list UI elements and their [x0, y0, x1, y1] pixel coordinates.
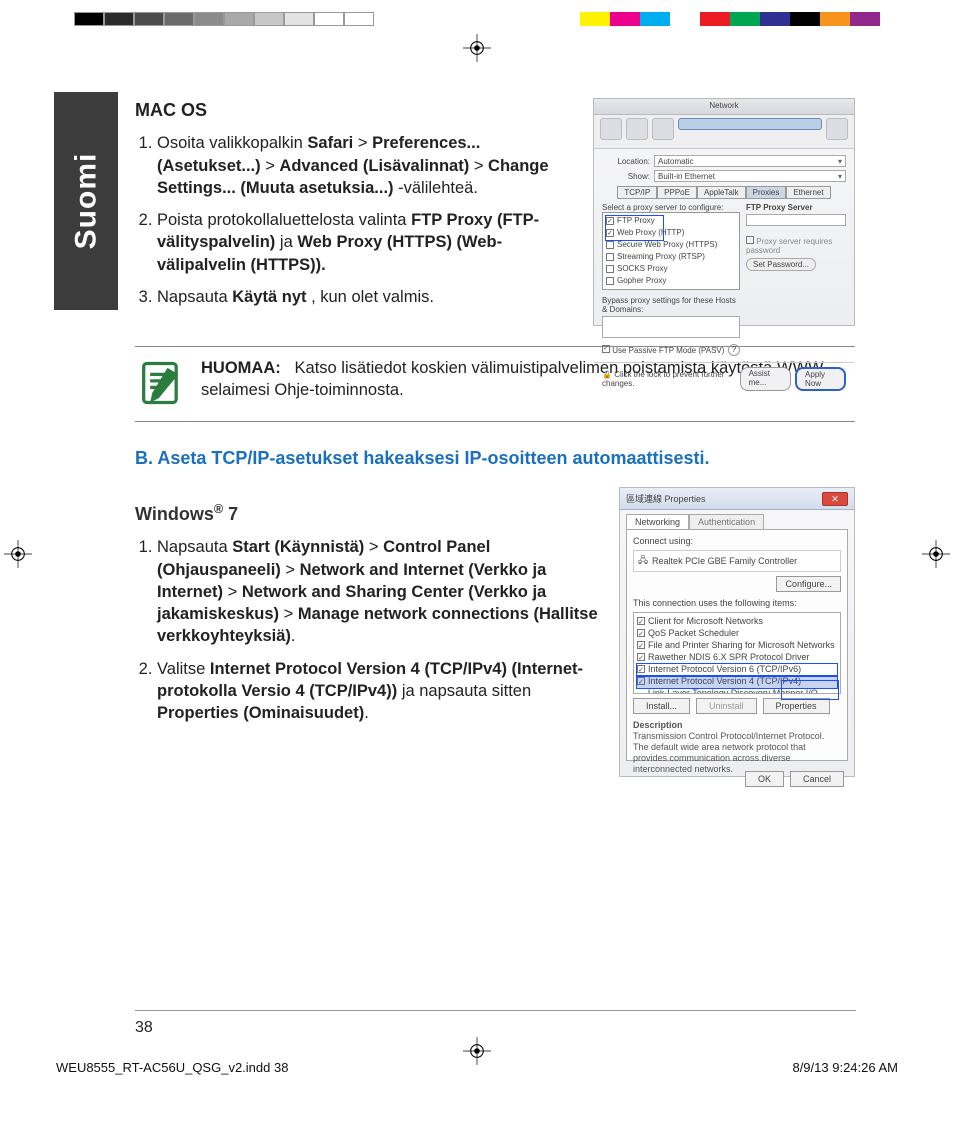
network-icon	[678, 118, 822, 130]
macos-step-3: Napsauta Käytä nyt , kun olet valmis.	[157, 286, 575, 308]
windows-step-2: Valitse Internet Protocol Version 4 (TCP…	[157, 658, 601, 725]
mac-tabs: TCP/IP PPPoE AppleTalk Proxies Ethernet	[602, 186, 846, 199]
bypass-textarea	[602, 316, 740, 338]
show-select: Built-in Ethernet▾	[654, 170, 846, 182]
registration-mark-icon	[4, 540, 32, 568]
note-icon	[135, 357, 187, 409]
install-button: Install...	[633, 698, 690, 714]
macos-step-2: Poista protokollaluettelosta valinta FTP…	[157, 209, 575, 276]
displays-icon	[626, 118, 648, 140]
lock-icon: 🔒	[602, 370, 612, 379]
macos-screenshot: Network Location:Automatic▾ Show:Built-i…	[593, 98, 855, 326]
tab-networking: Networking	[626, 514, 689, 529]
uninstall-button: Uninstall	[696, 698, 757, 714]
tab-authentication: Authentication	[689, 514, 764, 529]
showall-icon	[600, 118, 622, 140]
print-slug: WEU8555_RT-AC56U_QSG_v2.indd 38 8/9/13 9…	[56, 1060, 898, 1075]
help-icon: ?	[728, 344, 740, 356]
adapter-field: 🖧Realtek PCIe GBE Family Controller	[633, 550, 841, 572]
registration-mark-icon	[463, 34, 491, 62]
language-tab: Suomi	[54, 92, 118, 310]
registration-mark-icon	[922, 540, 950, 568]
slug-filename: WEU8555_RT-AC56U_QSG_v2.indd 38	[56, 1060, 288, 1075]
properties-button: Properties	[763, 698, 830, 714]
close-icon: ✕	[822, 492, 848, 506]
nic-icon: 🖧	[638, 553, 648, 569]
color-colorbar	[580, 12, 880, 26]
windows-heading: Windows® 7	[135, 501, 601, 526]
apply-now-button: Apply Now	[795, 367, 846, 391]
macos-heading: MAC OS	[135, 98, 575, 122]
proxy-list: FTP Proxy Web Proxy (HTTP) Secure Web Pr…	[602, 212, 740, 290]
windows-step-1: Napsauta Start (Käynnistä) > Control Pan…	[157, 536, 601, 647]
footer-rule	[135, 1010, 856, 1011]
note-label: HUOMAA:	[201, 359, 281, 377]
slug-timestamp: 8/9/13 9:24:26 AM	[792, 1060, 898, 1075]
mac-window-title: Network	[594, 99, 854, 115]
sound-icon	[652, 118, 674, 140]
windows-screenshot: 區域連線 Properties ✕ Networking Authenticati…	[619, 487, 855, 777]
page-number: 38	[135, 1019, 153, 1037]
set-password-button: Set Password...	[746, 258, 816, 271]
content-column: MAC OS Osoita valikkopalkin Safari > Pre…	[135, 98, 855, 797]
section-b-heading: B. Aseta TCP/IP-asetukset hakeaksesi IP-…	[135, 448, 855, 469]
configure-button: Configure...	[776, 576, 841, 592]
assist-button: Assist me...	[740, 367, 791, 391]
startupdisk-icon	[826, 118, 848, 140]
language-label: Suomi	[69, 153, 103, 250]
fps-input	[746, 214, 846, 226]
items-list: Client for Microsoft Networks QoS Packet…	[633, 612, 841, 694]
location-select: Automatic▾	[654, 155, 846, 167]
mac-toolbar	[594, 115, 854, 149]
win-dialog-title: 區域連線 Properties	[626, 492, 706, 505]
macos-step-1: Osoita valikkopalkin Safari > Preference…	[157, 132, 575, 199]
grayscale-colorbar	[74, 12, 374, 26]
